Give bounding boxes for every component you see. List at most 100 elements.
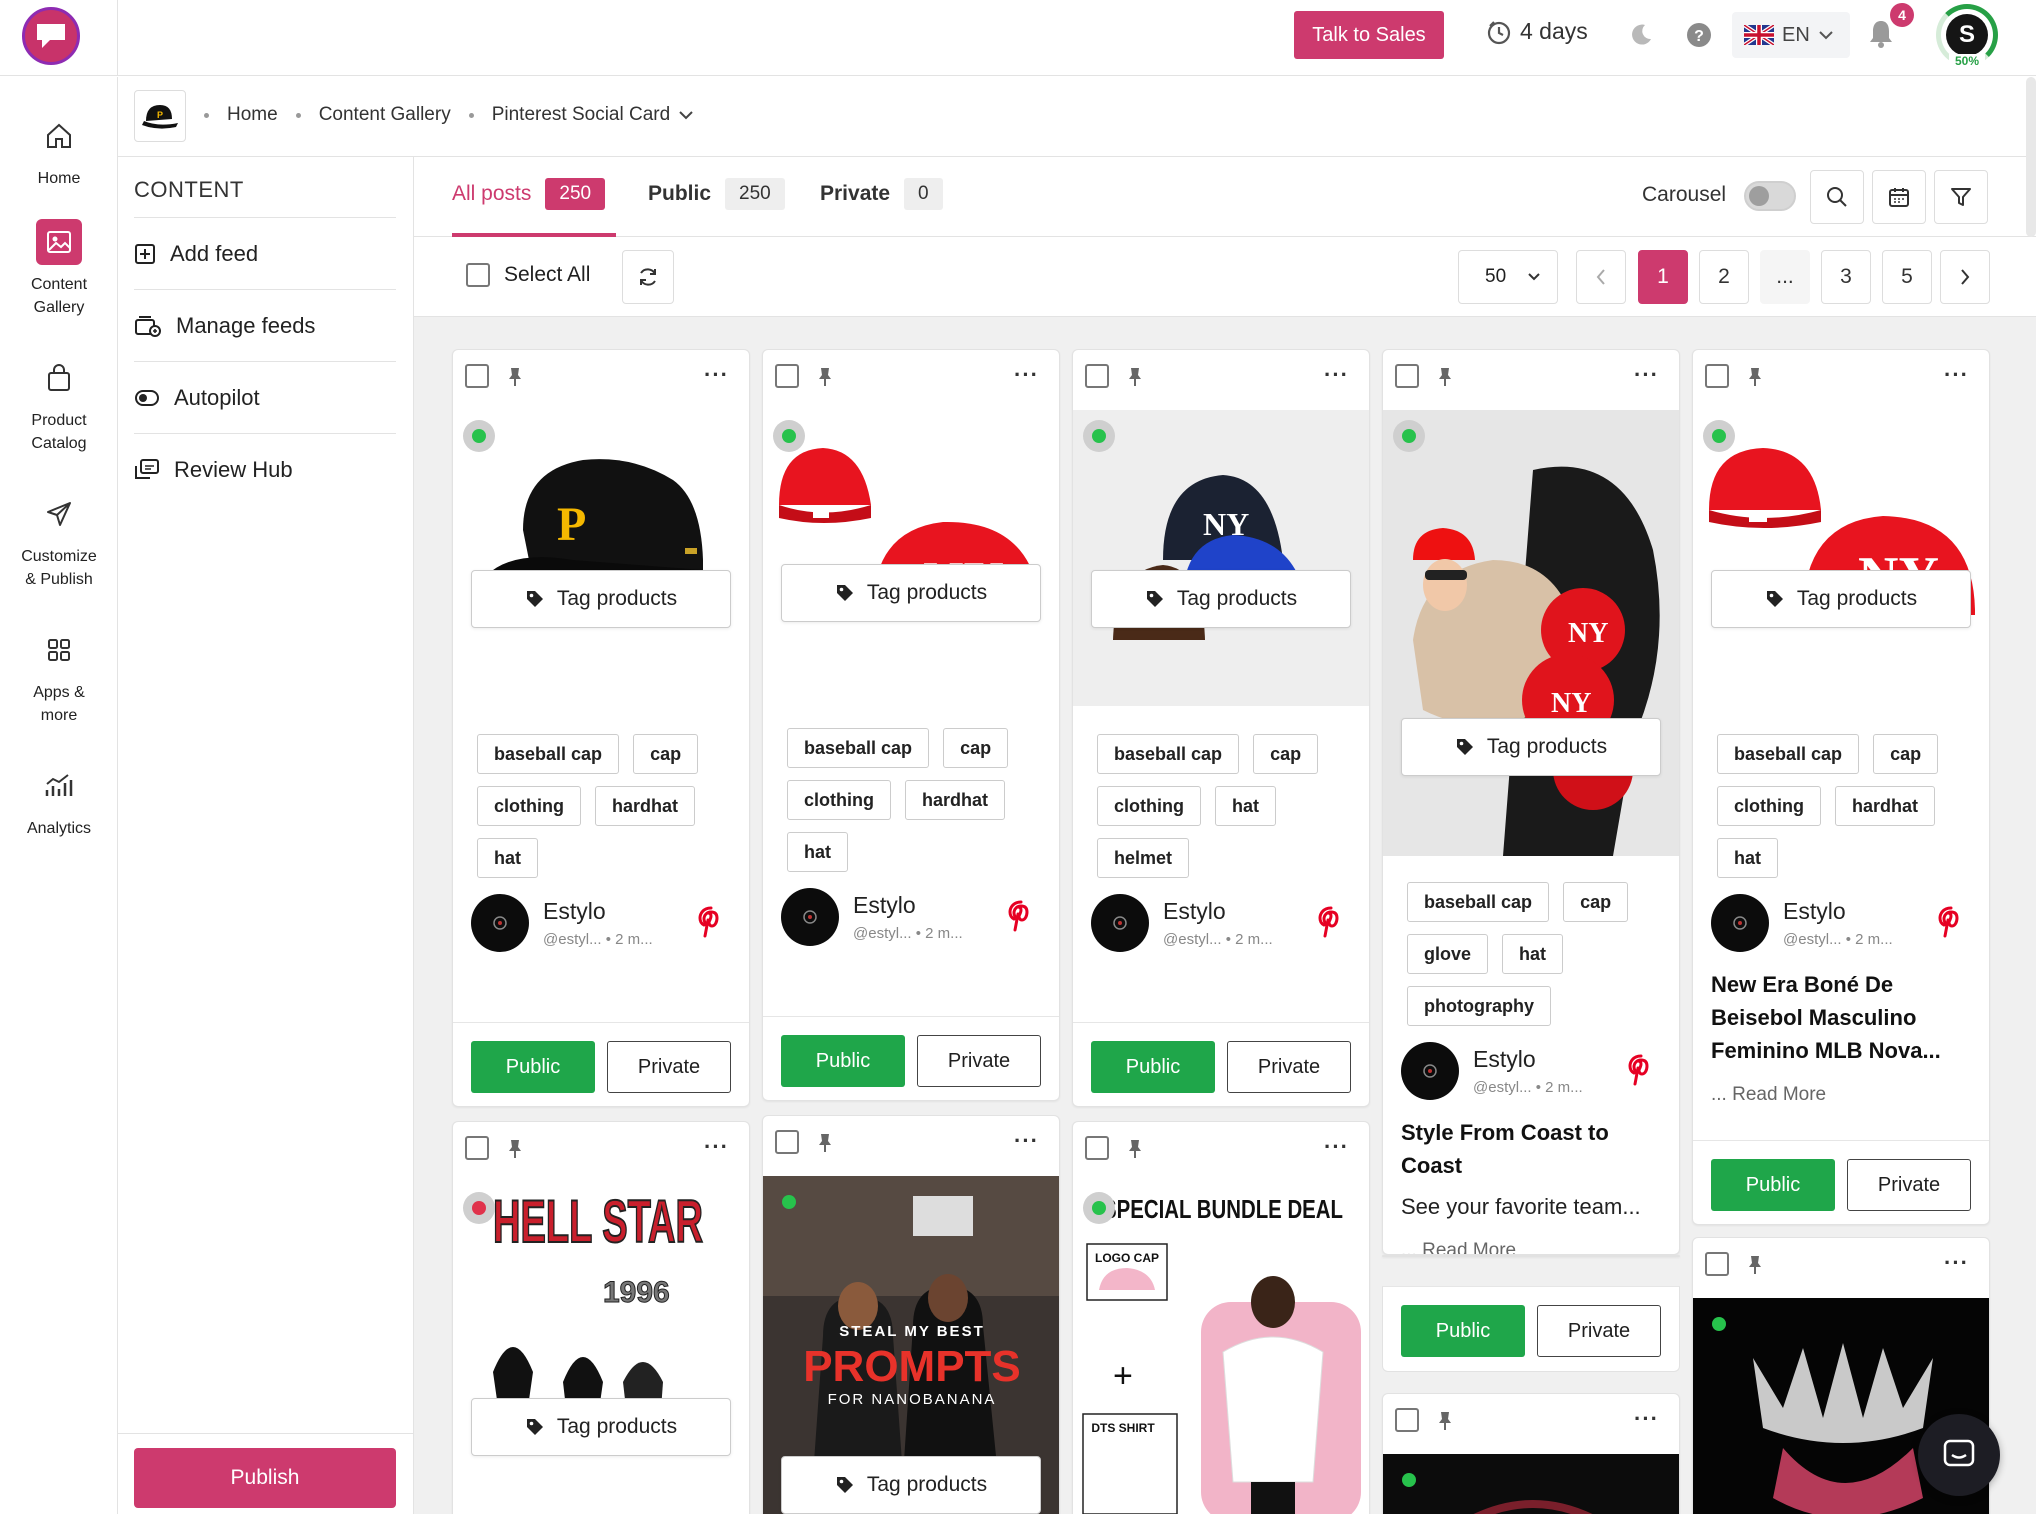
tag-products-button[interactable]: Tag products — [471, 570, 731, 628]
select-all[interactable]: Select All — [466, 263, 590, 287]
tag-chip[interactable]: baseball cap — [1097, 734, 1240, 774]
more-options-icon[interactable]: ··· — [1014, 362, 1039, 388]
tag-chip[interactable]: hat — [1215, 786, 1276, 826]
tag-chip[interactable]: baseball cap — [1717, 734, 1860, 774]
pin-icon[interactable] — [1745, 366, 1765, 388]
tag-chip[interactable]: cap — [1253, 734, 1319, 774]
pin-icon[interactable] — [505, 1138, 525, 1160]
store-logo[interactable]: P — [134, 90, 186, 142]
next-page-button[interactable] — [1940, 250, 1990, 304]
post-card[interactable]: ··· SPECIAL BUNDLE DEAL LOGO CAP + DTS S… — [1072, 1121, 1370, 1514]
carousel-toggle[interactable] — [1744, 181, 1796, 211]
private-button[interactable]: Private — [1537, 1305, 1661, 1357]
post-card[interactable]: ··· STEAL MY BEST PROMPTS FOR NANOBANANA… — [762, 1115, 1060, 1514]
tag-chip[interactable]: cap — [1873, 734, 1939, 774]
tag-products-button[interactable]: Tag products — [1401, 718, 1661, 776]
nav-product-catalog[interactable]: Product Catalog — [0, 355, 118, 455]
pin-icon[interactable] — [1125, 1138, 1145, 1160]
chat-launcher[interactable] — [1918, 1414, 2000, 1496]
nav-home[interactable]: Home — [0, 113, 118, 190]
filter-button[interactable] — [1934, 170, 1988, 224]
tag-products-button[interactable]: Tag products — [781, 564, 1041, 622]
breadcrumb-home[interactable]: Home — [227, 104, 278, 126]
more-options-icon[interactable]: ··· — [1014, 1128, 1039, 1154]
tab-private[interactable]: Private 0 — [820, 177, 943, 211]
tag-chip[interactable]: hardhat — [905, 780, 1006, 820]
private-button[interactable]: Private — [1227, 1041, 1351, 1093]
chevron-down-icon[interactable] — [678, 110, 694, 120]
nav-customize-publish[interactable]: Customize & Publish — [0, 491, 118, 591]
card-checkbox[interactable] — [1705, 364, 1729, 388]
public-button[interactable]: Public — [1401, 1305, 1525, 1357]
card-checkbox[interactable] — [1395, 1408, 1419, 1432]
card-checkbox[interactable] — [1395, 364, 1419, 388]
more-options-icon[interactable]: ··· — [1944, 362, 1969, 388]
tag-chip[interactable]: cap — [1563, 882, 1629, 922]
pin-icon[interactable] — [815, 366, 835, 388]
tag-chip[interactable]: clothing — [477, 786, 581, 826]
post-card[interactable]: ··· P Tag products baseball cap cap clot… — [452, 349, 750, 1107]
tag-chip[interactable]: hat — [1502, 934, 1564, 974]
tab-all-posts[interactable]: All posts 250 — [452, 177, 606, 211]
post-card[interactable]: ··· NY NY Tag products baseball cap cap … — [1382, 349, 1680, 1255]
post-card[interactable]: ··· NY Tag products baseball cap cap clo… — [1692, 349, 1990, 1225]
nav-analytics[interactable]: Analytics — [0, 763, 118, 840]
more-options-icon[interactable]: ··· — [1324, 1134, 1349, 1160]
tag-chip[interactable]: hat — [477, 838, 538, 878]
tag-products-button[interactable]: Tag products — [471, 1398, 731, 1456]
pin-icon[interactable] — [505, 366, 525, 388]
select-all-checkbox[interactable] — [466, 263, 490, 287]
breadcrumb-current[interactable]: Pinterest Social Card — [492, 104, 670, 126]
calendar-button[interactable] — [1872, 170, 1926, 224]
autopilot-item[interactable]: Autopilot — [134, 361, 396, 433]
private-button[interactable]: Private — [917, 1035, 1041, 1087]
post-card[interactable]: ··· HELL STAR 1996 Tag products — [452, 1121, 750, 1514]
tag-chip[interactable]: hat — [787, 832, 848, 872]
page-scrollbar[interactable] — [2026, 77, 2036, 237]
pin-icon[interactable] — [1435, 366, 1455, 388]
post-card[interactable]: ··· — [1382, 1393, 1680, 1514]
refresh-button[interactable] — [622, 250, 674, 304]
add-feed-item[interactable]: Add feed — [134, 217, 396, 289]
page-button[interactable]: 1 — [1638, 250, 1688, 304]
per-page-select[interactable]: 50 — [1458, 250, 1558, 304]
card-checkbox[interactable] — [1085, 364, 1109, 388]
more-options-icon[interactable]: ··· — [1324, 362, 1349, 388]
private-button[interactable]: Private — [1847, 1159, 1971, 1211]
more-options-icon[interactable]: ··· — [1634, 362, 1659, 388]
page-button[interactable]: 2 — [1699, 250, 1749, 304]
card-checkbox[interactable] — [465, 364, 489, 388]
manage-feeds-item[interactable]: Manage feeds — [134, 289, 396, 361]
read-more-link[interactable]: ... Read More — [1711, 1084, 1826, 1106]
card-checkbox[interactable] — [775, 364, 799, 388]
tag-chip[interactable]: photography — [1407, 986, 1551, 1026]
tag-chip[interactable]: baseball cap — [787, 728, 930, 768]
tag-chip[interactable]: baseball cap — [477, 734, 620, 774]
public-button[interactable]: Public — [471, 1041, 595, 1093]
review-hub-item[interactable]: Review Hub — [134, 433, 396, 505]
tag-products-button[interactable]: Tag products — [1091, 570, 1351, 628]
publish-button[interactable]: Publish — [134, 1448, 396, 1508]
tag-chip[interactable]: hardhat — [1835, 786, 1936, 826]
tag-products-button[interactable]: Tag products — [1711, 570, 1971, 628]
card-checkbox[interactable] — [1705, 1252, 1729, 1276]
tag-chip[interactable]: helmet — [1097, 838, 1190, 878]
prev-page-button[interactable] — [1576, 250, 1626, 304]
pin-icon[interactable] — [815, 1132, 835, 1154]
post-card[interactable]: ··· NY LA SD Tag products baseball cap c… — [1072, 349, 1370, 1107]
talk-to-sales-button[interactable]: Talk to Sales — [1294, 11, 1444, 59]
pin-icon[interactable] — [1745, 1254, 1765, 1276]
pin-icon[interactable] — [1125, 366, 1145, 388]
card-checkbox[interactable] — [775, 1130, 799, 1154]
card-checkbox[interactable] — [465, 1136, 489, 1160]
pin-icon[interactable] — [1435, 1410, 1455, 1432]
card-checkbox[interactable] — [1085, 1136, 1109, 1160]
trial-counter[interactable]: 4 days — [1486, 18, 1588, 45]
public-button[interactable]: Public — [781, 1035, 905, 1087]
tag-chip[interactable]: clothing — [1717, 786, 1821, 826]
more-options-icon[interactable]: ··· — [704, 362, 729, 388]
tab-public[interactable]: Public 250 — [648, 177, 785, 211]
tag-products-button[interactable]: Tag products — [781, 1456, 1041, 1514]
tag-chip[interactable]: clothing — [1097, 786, 1201, 826]
tag-chip[interactable]: baseball cap — [1407, 882, 1550, 922]
